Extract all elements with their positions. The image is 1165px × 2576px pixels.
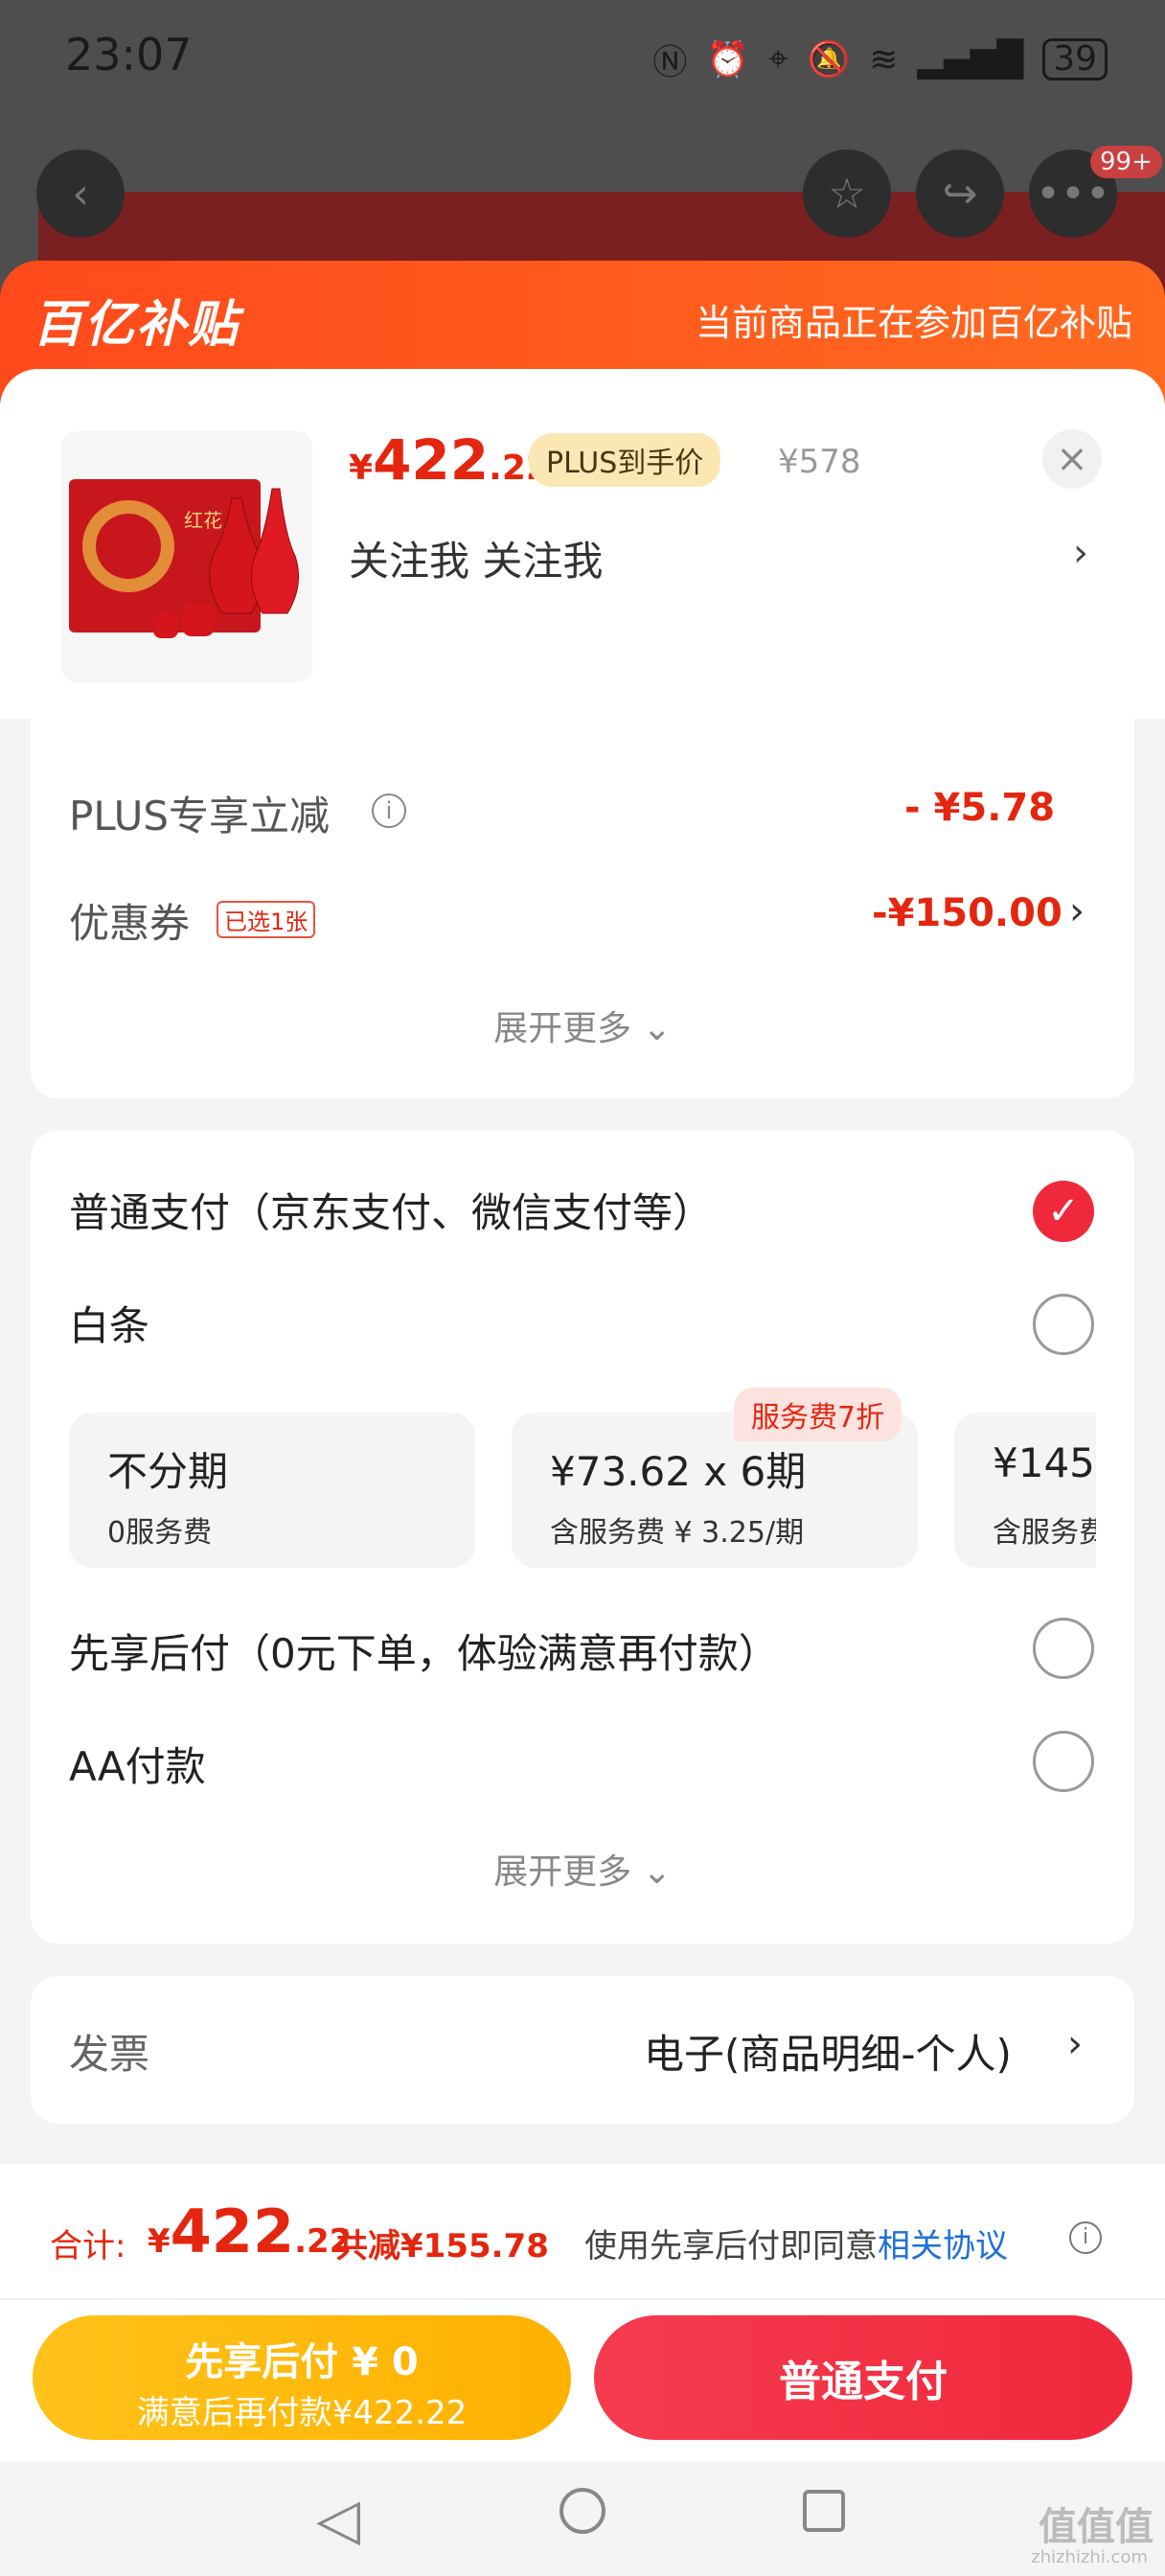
baitiao-radio[interactable]	[1033, 1294, 1094, 1355]
status-time: 23:07	[65, 29, 193, 80]
coupon-selected-tag: 已选1张	[217, 901, 316, 938]
chevron-down-icon: ⌄	[642, 1852, 672, 1892]
total-label: 合计:	[50, 2227, 126, 2266]
plus-discount-label: PLUS专享立减	[69, 793, 331, 840]
installment-scroller[interactable]: 不分期 0服务费 ¥73.62 x 6期 含服务费 ¥ 3.25/期 ¥145.…	[69, 1380, 1096, 1591]
total-price: ¥422.22	[148, 2196, 353, 2266]
chevron-left-icon: ‹	[72, 169, 89, 218]
coupon-value[interactable]: -¥150.00	[872, 891, 1062, 935]
aa-pay-radio[interactable]	[1033, 1731, 1094, 1792]
agreement-text: 使用先享后付即同意相关协议	[584, 2227, 1008, 2266]
info-icon[interactable]: i	[372, 794, 406, 828]
share-icon: ↪	[942, 169, 978, 218]
info-icon[interactable]: i	[1069, 2221, 1102, 2254]
footer-divider	[0, 2298, 1165, 2300]
chevron-right-icon[interactable]: ›	[1073, 531, 1088, 575]
plus-discount-value: - ¥5.78	[904, 786, 1056, 830]
svg-text:红花: 红花	[184, 509, 222, 532]
total-saved: 共减¥155.78	[335, 2227, 549, 2266]
close-button[interactable]: ×	[1042, 429, 1102, 489]
notification-badge: 99+	[1090, 146, 1162, 178]
follow-text[interactable]: 关注我 关注我	[349, 529, 603, 587]
nav-home-icon[interactable]	[560, 2488, 605, 2534]
service-fee-tag: 服务费7折	[734, 1388, 902, 1441]
installment-option-12[interactable]: ¥145. 含服务费	[954, 1413, 1096, 1568]
product-price: ¥422.22	[349, 427, 550, 493]
signal-icon: ▂▄▆█	[917, 39, 1024, 80]
watermark-url: zhizhizhi.com	[1031, 2547, 1148, 2567]
watermark-logo: 值值值	[1039, 2505, 1154, 2549]
chevron-down-icon: ⌄	[642, 1009, 672, 1048]
nav-recent-icon[interactable]	[803, 2490, 845, 2532]
alarm-icon: ⏰	[706, 40, 750, 80]
plus-price-tag: PLUS到手价	[529, 433, 721, 487]
invoice-value[interactable]: 电子(商品明细-个人)	[644, 2022, 1012, 2081]
nav-back-icon[interactable]: ◁	[316, 2486, 360, 2553]
status-icons: Ⓝ ⏰ ⌖ 🔕 ≋ ▂▄▆█ 39	[652, 34, 1108, 84]
back-button[interactable]: ‹	[36, 150, 125, 238]
status-bar: 23:07 Ⓝ ⏰ ⌖ 🔕 ≋ ▂▄▆█ 39	[0, 0, 1165, 115]
invoice-label: 发票	[69, 2031, 150, 2078]
aa-pay-label[interactable]: AA付款	[69, 1735, 206, 1793]
expand-more-discounts[interactable]: 展开更多 ⌄	[31, 1000, 1134, 1050]
normal-pay-radio[interactable]: ✓	[1033, 1181, 1094, 1242]
baitiao-label[interactable]: 白条	[69, 1294, 149, 1352]
agreement-link[interactable]: 相关协议	[878, 2227, 1008, 2266]
battery-icon: 39	[1042, 38, 1108, 80]
coupon-label: 优惠券	[69, 900, 191, 947]
normal-pay-label[interactable]: 普通支付（京东支付、微信支付等）	[69, 1181, 713, 1239]
original-price: ¥578	[778, 443, 861, 481]
chevron-right-icon[interactable]: ›	[1069, 889, 1085, 933]
pay-later-button[interactable]: 先享后付 ¥ 0 满意后再付款¥422.22	[33, 2315, 571, 2440]
star-icon: ☆	[828, 169, 866, 218]
expand-more-payments[interactable]: 展开更多 ⌄	[31, 1844, 1134, 1894]
mute-icon: 🔕	[807, 40, 851, 80]
installment-option-none[interactable]: 不分期 0服务费	[69, 1413, 475, 1568]
pay-later-label[interactable]: 先享后付（0元下单，体验满意再付款）	[69, 1622, 779, 1680]
normal-pay-button[interactable]: 普通支付	[594, 2315, 1132, 2440]
product-image: 红花	[61, 431, 312, 682]
wifi-icon: ≋	[869, 39, 899, 80]
share-button[interactable]: ↪	[916, 150, 1004, 238]
subsidy-text: 当前商品正在参加百亿补贴	[695, 302, 1132, 344]
favorite-button[interactable]: ☆	[803, 150, 891, 238]
chevron-right-icon[interactable]: ›	[1067, 2022, 1083, 2066]
location-icon: ⌖	[768, 39, 788, 79]
invoice-card[interactable]: 发票 电子(商品明细-个人) ›	[31, 1976, 1134, 2124]
subsidy-logo: 百亿补贴	[33, 296, 240, 354]
close-icon: ×	[1056, 437, 1088, 481]
discount-card: PLUS专享立减 i - ¥5.78 优惠券 已选1张 -¥150.00 › 展…	[31, 719, 1134, 1098]
nfc-icon: Ⓝ	[652, 43, 688, 82]
check-icon: ✓	[1047, 1189, 1080, 1233]
pay-later-radio[interactable]	[1033, 1618, 1094, 1679]
